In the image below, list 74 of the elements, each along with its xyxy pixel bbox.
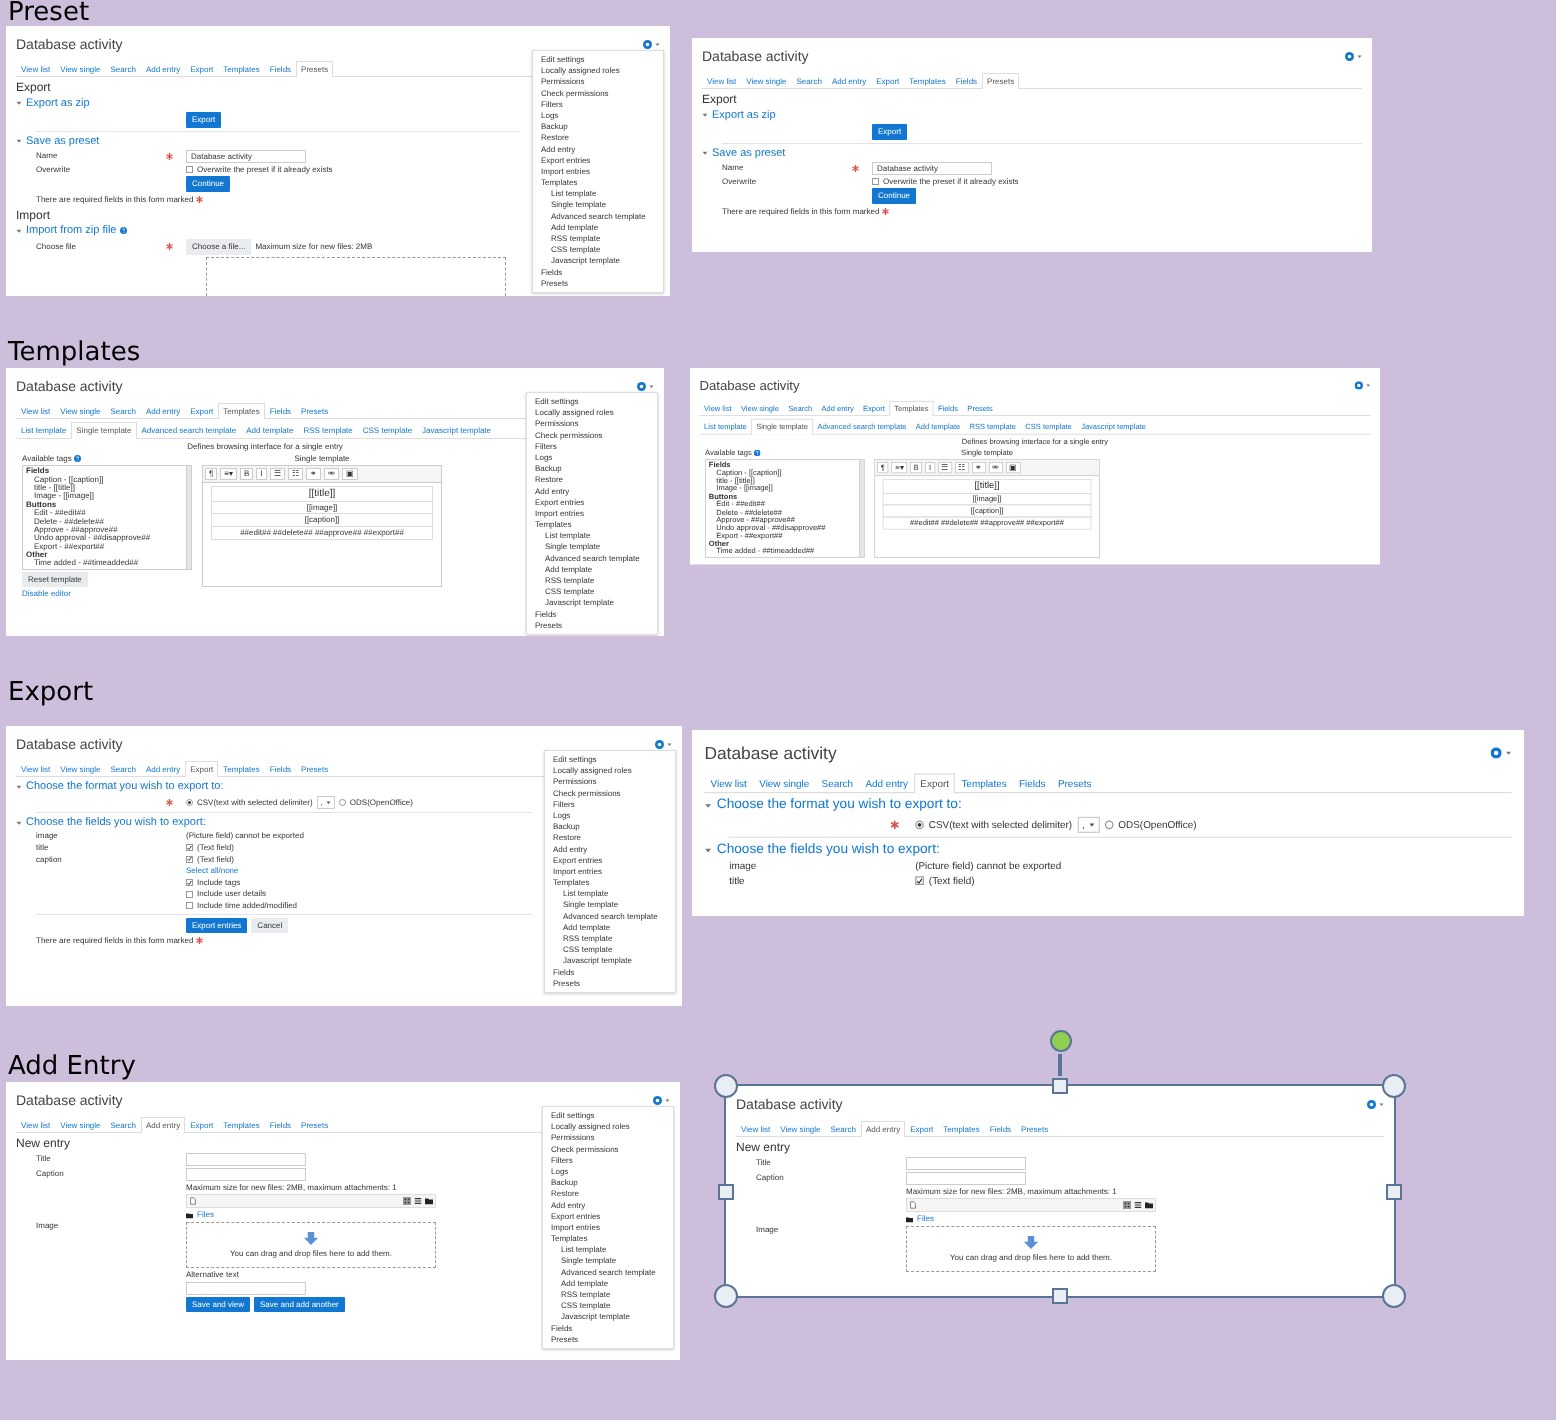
- caret-icon[interactable]: [1505, 749, 1512, 756]
- resize-handle[interactable]: [1382, 1074, 1406, 1098]
- down-arrow-icon: [303, 1231, 319, 1245]
- checkbox[interactable]: [186, 166, 193, 174]
- screenshot-panel[interactable]: [690, 368, 1380, 564]
- text-field[interactable]: [906, 1171, 1026, 1185]
- checkbox[interactable]: [186, 879, 193, 887]
- checkbox[interactable]: [186, 855, 193, 863]
- resize-handle[interactable]: [718, 1183, 734, 1199]
- scrollbar[interactable]: [186, 466, 191, 569]
- screenshot-panel[interactable]: [6, 1082, 680, 1360]
- resize-handle[interactable]: [714, 1074, 738, 1098]
- collapse-caret-icon[interactable]: [16, 100, 22, 107]
- settings-icon[interactable]: [1367, 1099, 1376, 1109]
- radio-button[interactable]: [1104, 820, 1114, 830]
- text-field[interactable]: [186, 1152, 306, 1166]
- help-icon[interactable]: [753, 449, 761, 457]
- radio-button[interactable]: [338, 798, 346, 806]
- collapse-caret-icon[interactable]: [16, 784, 22, 790]
- text-field[interactable]: [186, 1281, 306, 1295]
- screenshot-panel[interactable]: [6, 368, 664, 636]
- settings-icon[interactable]: [1490, 747, 1502, 759]
- help-icon[interactable]: [73, 454, 81, 462]
- radio-button[interactable]: [186, 798, 193, 806]
- section-heading: Export: [8, 680, 94, 706]
- collapse-caret-icon[interactable]: [702, 150, 708, 157]
- settings-icon[interactable]: [655, 739, 664, 749]
- required-icon: [196, 196, 204, 204]
- grid-icon[interactable]: [1123, 1201, 1131, 1210]
- file-icon[interactable]: [189, 1197, 197, 1206]
- resize-handle[interactable]: [1052, 1288, 1068, 1304]
- folder-icon: [186, 1211, 193, 1219]
- text-field[interactable]: [186, 1167, 306, 1181]
- screenshot-panel[interactable]: [6, 26, 670, 296]
- page-title: Database activity: [704, 742, 837, 764]
- down-arrow-icon: [1023, 1235, 1039, 1249]
- settings-icon[interactable]: [1345, 51, 1354, 61]
- radio-button[interactable]: [915, 820, 924, 830]
- required-icon: [196, 937, 204, 945]
- collapse-caret-icon[interactable]: [702, 112, 708, 119]
- resize-handle[interactable]: [1382, 1284, 1406, 1308]
- settings-icon[interactable]: [653, 1095, 662, 1105]
- section-heading: Preset: [8, 0, 90, 26]
- checkbox[interactable]: [186, 844, 193, 852]
- rotate-handle[interactable]: [1049, 1030, 1071, 1052]
- screenshot-panel[interactable]: [692, 38, 1372, 252]
- folder-icon[interactable]: [425, 1197, 433, 1206]
- folder-icon: [906, 1215, 913, 1223]
- section-heading: Templates: [8, 340, 141, 366]
- collapse-caret-icon[interactable]: [16, 819, 22, 826]
- checkbox[interactable]: [872, 178, 879, 186]
- settings-icon[interactable]: [643, 39, 652, 49]
- required-icon: [882, 208, 890, 216]
- collapse-caret-icon[interactable]: [16, 138, 22, 145]
- collapse-caret-icon[interactable]: [704, 846, 712, 854]
- resize-handle[interactable]: [1052, 1078, 1068, 1094]
- checkbox[interactable]: [915, 876, 924, 886]
- settings-icon[interactable]: [1354, 381, 1364, 390]
- caret-icon: [325, 799, 331, 805]
- caret-icon[interactable]: [1365, 382, 1371, 388]
- checkbox[interactable]: [186, 902, 193, 910]
- scrollbar[interactable]: [859, 460, 864, 557]
- folder-icon[interactable]: [1145, 1201, 1153, 1210]
- resize-handle[interactable]: [714, 1284, 738, 1308]
- checkbox[interactable]: [186, 890, 193, 898]
- caret-icon: [1088, 821, 1095, 828]
- collapse-caret-icon[interactable]: [16, 227, 22, 234]
- settings-icon[interactable]: [637, 381, 646, 391]
- section-heading: Add Entry: [8, 1054, 136, 1080]
- text-field[interactable]: [906, 1156, 1026, 1170]
- resize-handle[interactable]: [1386, 1183, 1402, 1199]
- grid-icon[interactable]: [403, 1197, 411, 1206]
- help-icon[interactable]: [120, 227, 128, 234]
- file-icon[interactable]: [909, 1201, 917, 1210]
